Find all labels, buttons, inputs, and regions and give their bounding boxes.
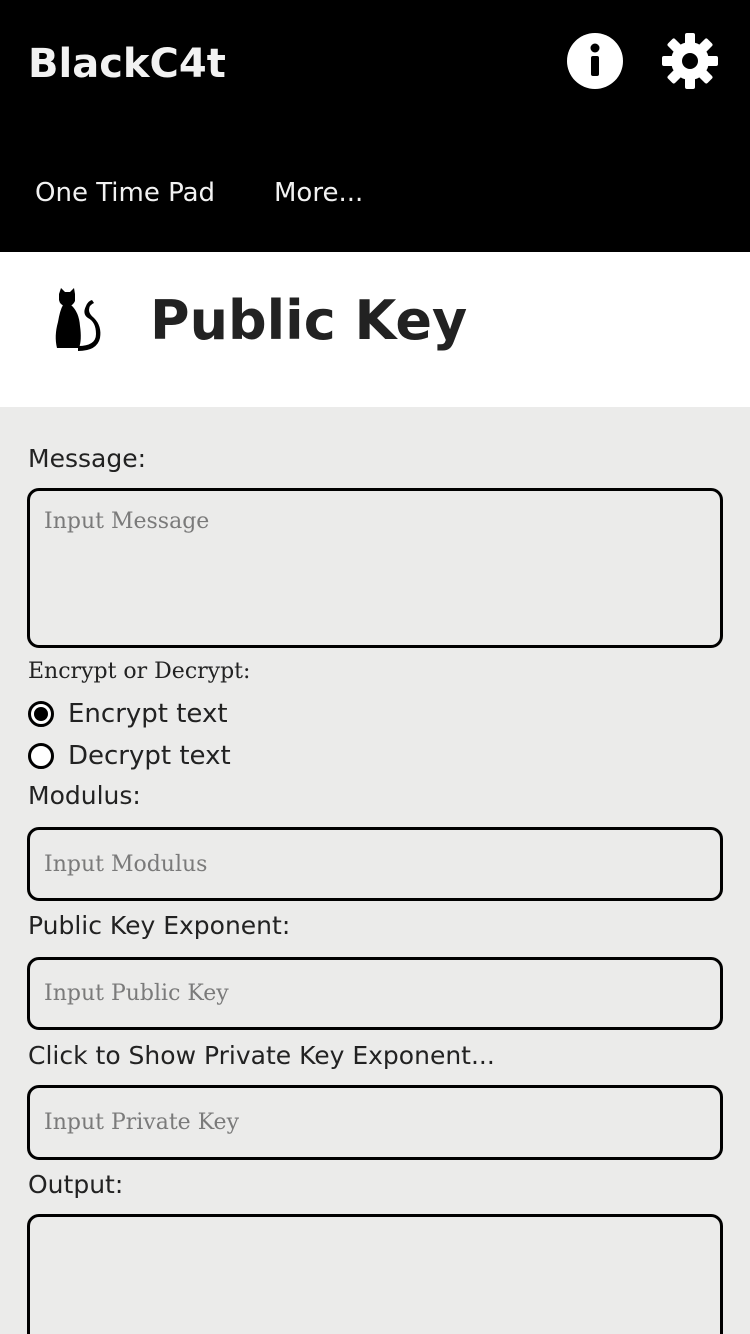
encrypt-label[interactable]: Encrypt text [68, 698, 228, 730]
encrypt-radio[interactable] [28, 701, 54, 727]
private-key-input[interactable] [27, 1085, 723, 1160]
page-title: Public Key [150, 289, 468, 352]
nav-one-time-pad[interactable]: One Time Pad [35, 176, 215, 210]
decrypt-radio[interactable] [28, 743, 54, 769]
modulus-input[interactable] [27, 827, 723, 901]
show-private-key-toggle[interactable]: Click to Show Private Key Exponent... [28, 1041, 495, 1071]
public-key-input[interactable] [27, 957, 723, 1030]
modulus-label: Modulus: [28, 781, 141, 810]
encrypt-option[interactable]: Encrypt text [28, 698, 248, 730]
message-input[interactable] [27, 488, 723, 648]
mode-label: Encrypt or Decrypt: [28, 659, 251, 684]
output-label: Output: [28, 1170, 124, 1199]
message-label: Message: [28, 444, 146, 473]
decrypt-option[interactable]: Decrypt text [28, 740, 248, 772]
gear-icon[interactable] [661, 32, 719, 90]
cat-icon [55, 288, 101, 351]
output-field[interactable] [27, 1214, 723, 1334]
public-exponent-label: Public Key Exponent: [28, 911, 291, 940]
decrypt-label[interactable]: Decrypt text [68, 740, 231, 772]
app-header [0, 0, 750, 252]
info-icon[interactable] [566, 32, 624, 90]
nav-more[interactable]: More... [274, 176, 363, 210]
app-brand[interactable]: BlackC4t [28, 40, 226, 88]
